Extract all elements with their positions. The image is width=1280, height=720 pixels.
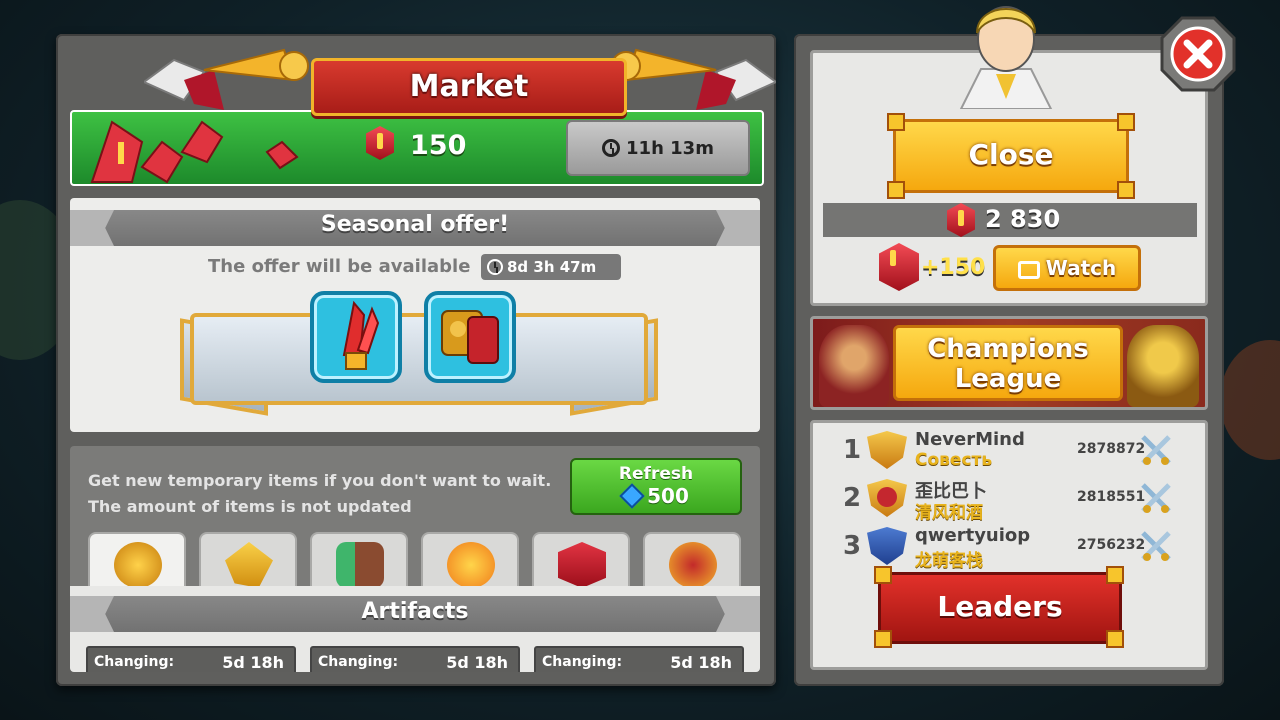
champions-league-button[interactable]: Champions League <box>893 325 1123 401</box>
hc-badge-icon <box>114 542 162 588</box>
shop-description-line1: Get new temporary items if you don't wan… <box>88 471 552 490</box>
champions-league-box[interactable]: Champions League <box>810 316 1208 410</box>
refresh-cost-value: 500 <box>647 484 689 508</box>
artifact-card[interactable]: Changing: 5d 18h <box>534 646 744 672</box>
trumpet-left-icon <box>144 48 309 110</box>
tab-shield-crest[interactable] <box>643 532 741 592</box>
potion-icon <box>336 542 384 588</box>
background-decoration <box>1220 340 1280 460</box>
leader-score: 2756232 <box>1077 537 1146 553</box>
close-box: Close 2 830 +150 Watch <box>810 6 1208 306</box>
red-crystal-icon <box>342 300 380 370</box>
leader-score: 2878872 <box>1077 441 1146 457</box>
leader-rank: 3 <box>843 531 862 561</box>
artifact-card[interactable]: Changing: 5d 18h <box>310 646 520 672</box>
crossed-swords-icon <box>1141 435 1171 465</box>
refresh-button[interactable]: Refresh 500 <box>570 458 742 515</box>
leader-guild: 龙萌客栈 <box>915 551 983 571</box>
artifact-card[interactable]: Changing: 5d 18h <box>86 646 296 672</box>
tv-icon <box>1017 260 1040 279</box>
crossed-swords-icon <box>1141 531 1171 561</box>
artifact-card-time: 5d 18h <box>670 653 732 672</box>
artifact-card-label: Changing: <box>542 654 623 670</box>
ornament-corner <box>1117 181 1135 199</box>
advisor-character-icon <box>959 6 1053 109</box>
champion-left-icon <box>819 325 889 407</box>
ornament-corner <box>1106 630 1124 648</box>
leaders-label: Leaders <box>937 590 1063 623</box>
gems-total: 2 830 <box>985 205 1061 233</box>
watch-button[interactable]: Watch <box>993 245 1141 291</box>
leaderboard-row[interactable]: 3 qwertyuiop 龙萌客栈 2756232 <box>843 525 1173 571</box>
shop-area: Get new temporary items if you don't wan… <box>70 446 760 672</box>
artifact-card-time: 5d 18h <box>446 653 508 672</box>
leader-guild: Совесть <box>915 450 993 470</box>
crossed-swords-icon <box>1141 483 1171 513</box>
ornament-corner <box>887 181 905 199</box>
offer-ribbon <box>190 313 648 405</box>
leaderboard-row[interactable]: 2 歪比巴卜 清风和酒 2818551 <box>843 477 1173 523</box>
artifacts-title: Artifacts <box>361 599 469 624</box>
leader-rank: 2 <box>843 483 862 513</box>
offer-item-crystal[interactable] <box>310 291 402 383</box>
gem-icon <box>879 243 919 291</box>
market-panel: Market 150 11h 13m Seasonal offer! The o… <box>56 34 776 686</box>
side-panel: Close 2 830 +150 Watch Champions League … <box>794 6 1224 686</box>
gem-book-icon <box>558 542 606 588</box>
close-icon[interactable] <box>1158 14 1238 94</box>
ornament-corner <box>874 566 892 584</box>
leaderboard-row[interactable]: 1 NeverMind Совесть 2878872 <box>843 429 1173 473</box>
seasonal-offer-section: Seasonal offer! The offer will be availa… <box>70 198 760 432</box>
refresh-cost: 500 <box>572 483 740 509</box>
red-crystals-icon <box>90 120 299 184</box>
golden-crystal-icon <box>225 542 273 588</box>
blue-diamond-icon <box>619 483 645 509</box>
ornament-corner <box>874 630 892 648</box>
watch-label: Watch <box>1045 256 1117 280</box>
artifact-card-time: 5d 18h <box>222 653 284 672</box>
ornament-corner <box>887 113 905 131</box>
market-timer-button[interactable]: 11h 13m <box>566 120 750 176</box>
gem-count: 150 <box>410 130 467 161</box>
shop-description: Get new temporary items if you don't wan… <box>88 468 551 520</box>
guild-emblem-icon <box>867 527 907 565</box>
leader-rank: 1 <box>843 435 862 465</box>
tab-fire-amulet[interactable] <box>421 532 519 592</box>
leader-name: qwertyuiop <box>915 525 1031 546</box>
tab-golden-crystal[interactable] <box>199 532 297 592</box>
tab-gem-book[interactable] <box>532 532 630 592</box>
armored-hero-icon <box>441 310 499 364</box>
market-title: Market <box>311 58 627 116</box>
artifact-card-label: Changing: <box>94 654 175 670</box>
guild-emblem-center <box>877 487 897 507</box>
offer-timer-value: 8d 3h 47m <box>507 258 597 276</box>
artifact-card-label: Changing: <box>318 654 399 670</box>
guild-emblem-icon <box>867 431 907 469</box>
offer-timer: 8d 3h 47m <box>481 254 621 280</box>
champions-label-line1: Champions <box>927 334 1089 364</box>
champions-label-line2: League <box>954 364 1062 394</box>
shield-crest-icon <box>669 542 717 588</box>
leaders-button[interactable]: Leaders <box>878 572 1122 644</box>
offer-availability-text: The offer will be available <box>208 256 471 277</box>
refresh-label: Refresh <box>618 464 694 484</box>
seasonal-title: Seasonal offer! <box>320 212 510 237</box>
ornament-corner <box>1117 113 1135 131</box>
artifacts-section: Artifacts Changing: 5d 18h Changing: 5d … <box>70 586 760 672</box>
leader-guild: 清风和酒 <box>915 503 983 523</box>
clock-icon <box>602 139 621 157</box>
close-button-label: Close <box>968 138 1054 171</box>
close-button[interactable]: Close <box>893 119 1129 193</box>
fire-amulet-icon <box>447 542 495 588</box>
champion-right-icon <box>1127 325 1199 407</box>
shop-description-line2: The amount of items is not updated <box>88 497 412 516</box>
tab-potion[interactable] <box>310 532 408 592</box>
offer-item-hero[interactable] <box>424 291 516 383</box>
clock-icon <box>487 259 503 275</box>
ornament-corner <box>1106 566 1124 584</box>
leader-score: 2818551 <box>1077 489 1146 505</box>
bonus-gems: +150 <box>921 255 986 280</box>
leader-name: NeverMind <box>915 429 1025 450</box>
market-timer: 11h 13m <box>626 137 714 159</box>
